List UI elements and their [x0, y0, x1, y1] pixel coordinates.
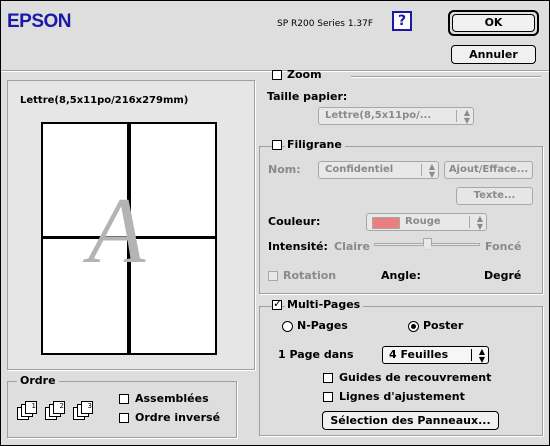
collate-page-icon: 3	[73, 401, 99, 423]
collated-checkbox[interactable]	[119, 394, 129, 404]
popup-arrows-icon: ▲ ▼	[428, 162, 435, 179]
popup-arrows-icon: ▲ ▼	[478, 347, 485, 364]
collate-page-icon: 1	[17, 401, 43, 423]
trim-lines-checkbox[interactable]	[323, 392, 333, 402]
intensity-slider-thumb[interactable]	[423, 238, 432, 250]
driver-version: SP R200 Series 1.37F	[277, 19, 374, 29]
zoom-checkbox[interactable]	[272, 70, 282, 80]
order-icons: 1 2 3	[17, 401, 107, 423]
preview-paper-caption: Lettre(8,5x11po/216x279mm)	[20, 95, 189, 106]
multipage-label: Multi-Pages	[285, 298, 364, 311]
print-layout-dialog: EPSON SP R200 Series 1.37F ? OK Annuler …	[0, 0, 550, 446]
watermark-add-delete-button[interactable]: Ajout/Efface...	[444, 161, 533, 179]
watermark-text-button[interactable]: Texte...	[456, 187, 533, 205]
overlap-guides-checkbox[interactable]	[323, 373, 333, 383]
watermark-color-value: Rouge	[405, 216, 441, 227]
collated-label: Assemblées	[135, 392, 209, 405]
intensity-high-label: Foncé	[485, 240, 522, 253]
npages-radio[interactable]	[282, 321, 293, 332]
paper-size-value: Lettre(8,5x11po/...	[325, 110, 432, 121]
ok-button[interactable]: OK	[452, 14, 535, 32]
order-title: Ordre	[17, 374, 59, 387]
degree-label: Degré	[484, 269, 522, 282]
epson-logo: EPSON	[7, 11, 72, 32]
collate-page-icon: 2	[45, 401, 71, 423]
sheets-popup[interactable]: 4 Feuilles ▲ ▼	[382, 346, 489, 364]
watermark-intensity-label: Intensité:	[268, 240, 328, 253]
intensity-slider[interactable]	[374, 237, 480, 253]
radio-dot-icon	[411, 324, 416, 329]
zoom-divider	[351, 76, 541, 77]
cancel-button[interactable]: Annuler	[451, 45, 536, 64]
watermark-label: Filigrane	[285, 138, 345, 151]
rotation-checkbox[interactable]	[268, 271, 278, 281]
intensity-low-label: Claire	[334, 240, 370, 253]
watermark-color-popup[interactable]: Rouge ▲ ▼	[366, 213, 487, 231]
overlap-guides-label: Guides de recouvrement	[339, 371, 492, 384]
help-button[interactable]: ?	[392, 11, 412, 31]
poster-radio[interactable]	[408, 321, 419, 332]
paper-size-popup[interactable]: Lettre(8,5x11po/... ▲ ▼	[318, 107, 474, 125]
watermark-name-value: Confidentiel	[325, 164, 394, 175]
npages-label: N-Pages	[297, 319, 348, 332]
rotation-label: Rotation	[283, 269, 337, 282]
zoom-label: Zoom	[287, 68, 322, 81]
popup-arrows-icon: ▲ ▼	[463, 108, 470, 125]
popup-arrows-icon: ▲ ▼	[476, 214, 483, 231]
watermark-checkbox[interactable]	[272, 140, 282, 150]
poster-label: Poster	[423, 319, 464, 332]
sheets-value: 4 Feuilles	[389, 348, 449, 361]
watermark-color-label: Couleur:	[268, 215, 321, 228]
reverse-order-label: Ordre inversé	[135, 411, 221, 424]
page-in-label: 1 Page dans	[278, 348, 354, 361]
watermark-name-popup[interactable]: Confidentiel ▲ ▼	[318, 161, 439, 179]
preview-sheet: A	[41, 122, 217, 355]
multipage-checkbox[interactable]: ✓	[272, 297, 283, 310]
panel-selection-button[interactable]: Sélection des Panneaux...	[322, 411, 499, 430]
angle-label: Angle:	[381, 269, 421, 282]
trim-lines-label: Lignes d'ajustement	[339, 390, 465, 403]
watermark-preview: A	[88, 179, 146, 283]
paper-size-label: Taille papier:	[267, 90, 348, 103]
reverse-order-checkbox[interactable]	[119, 413, 129, 423]
watermark-name-label: Nom:	[268, 163, 301, 176]
color-swatch	[372, 217, 400, 229]
checkmark-icon: ✓	[273, 297, 283, 310]
